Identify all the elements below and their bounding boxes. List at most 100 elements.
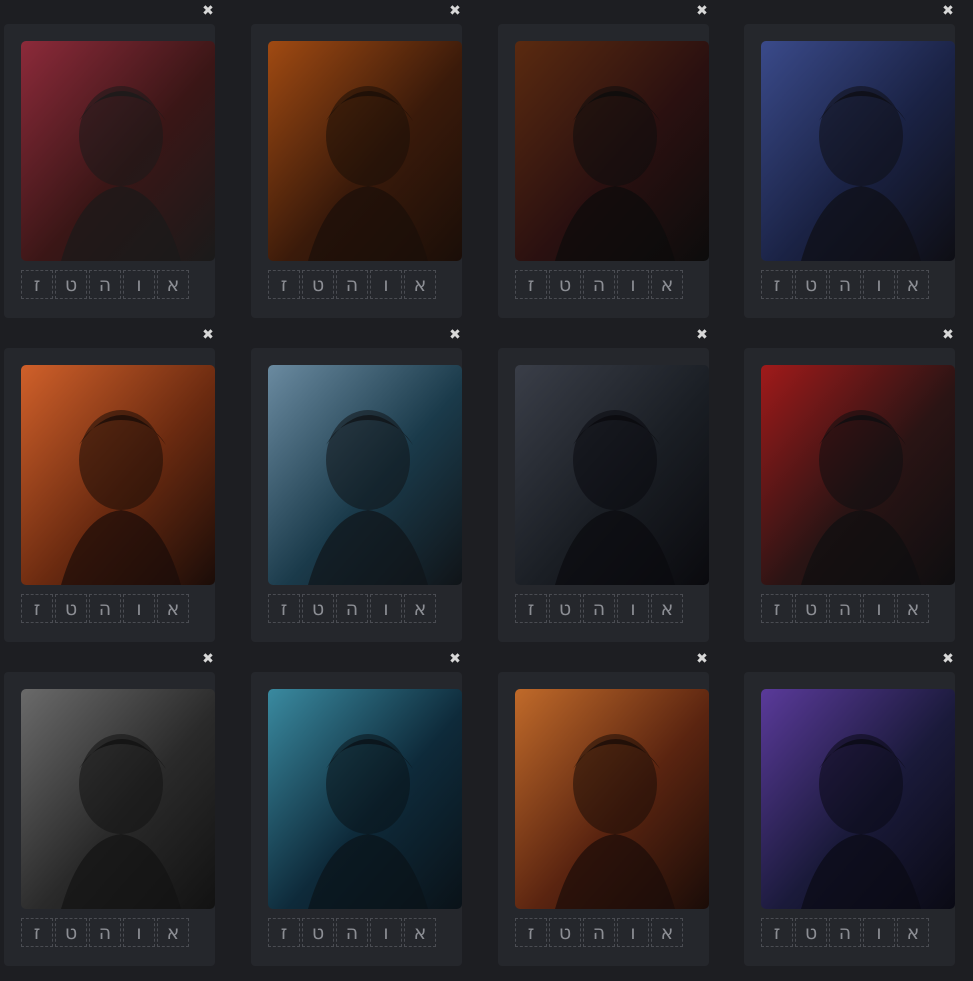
key-button[interactable]: א [404, 270, 436, 299]
key-button[interactable]: א [897, 594, 929, 623]
key-button[interactable]: ז [21, 918, 53, 947]
key-button[interactable]: ה [583, 918, 615, 947]
character-card: ✖ ז ט ה ו א [4, 652, 215, 966]
close-icon[interactable]: ✖ [448, 328, 462, 342]
character-portrait-image[interactable] [515, 365, 709, 585]
character-card: ✖ ז ט ה ו א [4, 328, 215, 642]
key-buttons: זטהוא [21, 270, 189, 299]
character-portrait-image[interactable] [761, 365, 955, 585]
close-icon[interactable]: ✖ [201, 4, 215, 18]
close-icon[interactable]: ✖ [448, 4, 462, 18]
character-portrait-icon [761, 365, 955, 585]
key-button[interactable]: ו [123, 594, 155, 623]
close-icon[interactable]: ✖ [941, 652, 955, 666]
key-button[interactable]: ה [336, 594, 368, 623]
character-portrait-icon [515, 365, 709, 585]
key-button[interactable]: ה [829, 270, 861, 299]
key-button[interactable]: א [897, 270, 929, 299]
key-button[interactable]: א [651, 594, 683, 623]
character-portrait-image[interactable] [21, 689, 215, 909]
key-button[interactable]: ז [761, 594, 793, 623]
close-icon[interactable]: ✖ [695, 4, 709, 18]
character-portrait-image[interactable] [761, 41, 955, 261]
key-button[interactable]: ו [370, 918, 402, 947]
close-icon[interactable]: ✖ [201, 328, 215, 342]
key-button[interactable]: ט [302, 594, 334, 623]
key-button[interactable]: ו [123, 918, 155, 947]
character-card: ✖ ז ט ה ו א [744, 4, 955, 318]
character-portrait-image[interactable] [268, 41, 462, 261]
key-button[interactable]: ז [268, 270, 300, 299]
character-portrait-image[interactable] [515, 689, 709, 909]
key-button[interactable]: ט [795, 918, 827, 947]
key-button[interactable]: ה [829, 918, 861, 947]
key-button[interactable]: ו [863, 270, 895, 299]
key-button[interactable]: א [651, 270, 683, 299]
key-button[interactable]: א [897, 918, 929, 947]
key-buttons: זטהוא [761, 918, 929, 947]
key-button[interactable]: ט [55, 918, 87, 947]
key-button[interactable]: ו [617, 918, 649, 947]
key-button[interactable]: ה [89, 270, 121, 299]
character-portrait-image[interactable] [21, 41, 215, 261]
key-button[interactable]: ט [795, 270, 827, 299]
key-buttons: זטהוא [515, 594, 683, 623]
character-card: ✖ ז ט ה ו א [744, 328, 955, 642]
close-icon[interactable]: ✖ [941, 328, 955, 342]
key-button[interactable]: ה [89, 918, 121, 947]
key-button[interactable]: ז [268, 594, 300, 623]
close-icon[interactable]: ✖ [448, 652, 462, 666]
key-buttons: זטהוא [515, 918, 683, 947]
close-icon[interactable]: ✖ [941, 4, 955, 18]
key-button[interactable]: ז [761, 918, 793, 947]
key-button[interactable]: ו [863, 594, 895, 623]
key-button[interactable]: ה [336, 918, 368, 947]
key-button[interactable]: ה [583, 594, 615, 623]
key-button[interactable]: א [404, 594, 436, 623]
close-icon[interactable]: ✖ [201, 652, 215, 666]
key-button[interactable]: א [157, 594, 189, 623]
character-portrait-image[interactable] [268, 689, 462, 909]
key-button[interactable]: ז [515, 594, 547, 623]
key-button[interactable]: ט [549, 594, 581, 623]
close-icon[interactable]: ✖ [695, 652, 709, 666]
key-button[interactable]: ט [55, 270, 87, 299]
close-icon[interactable]: ✖ [695, 328, 709, 342]
key-button[interactable]: ט [549, 918, 581, 947]
character-portrait-image[interactable] [21, 365, 215, 585]
key-button[interactable]: ז [21, 594, 53, 623]
character-portrait-icon [268, 41, 462, 261]
key-button[interactable]: ה [89, 594, 121, 623]
key-button[interactable]: ט [302, 270, 334, 299]
key-button[interactable]: ו [370, 270, 402, 299]
key-button[interactable]: א [157, 270, 189, 299]
character-portrait-image[interactable] [761, 689, 955, 909]
key-button[interactable]: ו [617, 594, 649, 623]
character-portrait-icon [761, 41, 955, 261]
key-button[interactable]: ה [336, 270, 368, 299]
character-card: ✖ ז ט ה ו א [498, 328, 709, 642]
character-portrait-icon [21, 41, 215, 261]
character-portrait-image[interactable] [268, 365, 462, 585]
character-portrait-image[interactable] [515, 41, 709, 261]
key-button[interactable]: א [157, 918, 189, 947]
key-button[interactable]: ז [268, 918, 300, 947]
key-buttons: זטהוא [761, 270, 929, 299]
key-button[interactable]: ז [515, 270, 547, 299]
key-button[interactable]: ז [761, 270, 793, 299]
key-button[interactable]: ט [55, 594, 87, 623]
key-button[interactable]: א [651, 918, 683, 947]
key-button[interactable]: ו [617, 270, 649, 299]
key-button[interactable]: ו [123, 270, 155, 299]
key-button[interactable]: ט [795, 594, 827, 623]
key-button[interactable]: ה [583, 270, 615, 299]
key-button[interactable]: ז [21, 270, 53, 299]
portrait-grid: ✖ ז ט ה ו א ✖ ז ט ה ו א ✖ ז ט ה ו א ✖ ז ט ה ו א ✖ ז ט ה ו א ✖ ז ט ה ו א ✖ ז ט ה… [0, 0, 973, 981]
key-button[interactable]: ו [370, 594, 402, 623]
key-button[interactable]: ז [515, 918, 547, 947]
key-button[interactable]: ט [302, 918, 334, 947]
key-button[interactable]: ה [829, 594, 861, 623]
key-button[interactable]: א [404, 918, 436, 947]
key-button[interactable]: ו [863, 918, 895, 947]
key-button[interactable]: ט [549, 270, 581, 299]
